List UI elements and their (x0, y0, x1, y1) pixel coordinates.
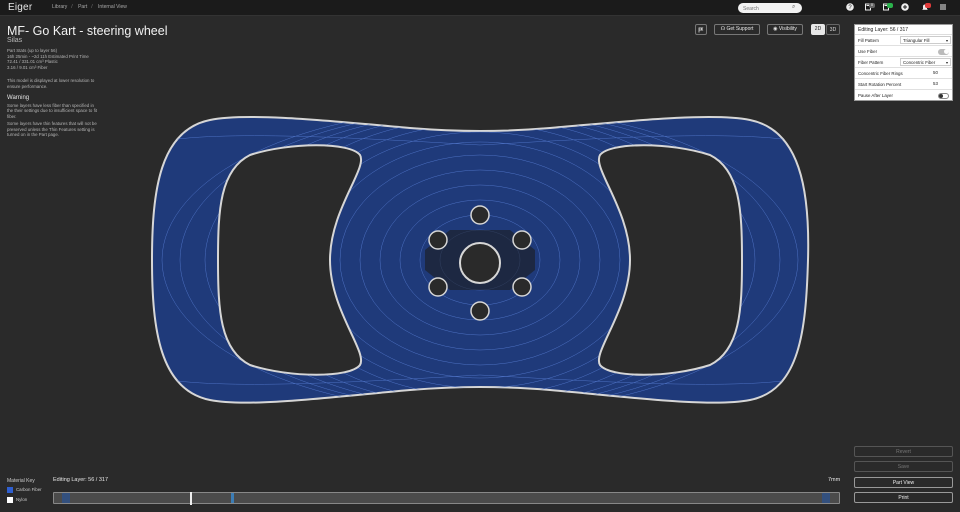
panel-header: Editing Layer: 56 / 317 (855, 25, 952, 35)
carbon-fiber-swatch (7, 487, 13, 493)
warning-text-2: Some layers have thin features that will… (7, 121, 97, 138)
layer-jump-button[interactable] (695, 24, 707, 35)
search-icon[interactable]: ⌕ (792, 4, 795, 11)
warning-heading: Warning (7, 95, 30, 101)
use-fiber-toggle[interactable] (938, 48, 949, 55)
fill-pattern-value: Triangular Fill (903, 38, 930, 43)
view-2d-toggle[interactable]: 2D (811, 24, 825, 35)
breadcrumb-internal-view: Internal View (98, 4, 127, 10)
fiber-volume: 3.16 / 9.01 cm³ Fiber (7, 64, 48, 70)
part-view-button[interactable]: Part View (854, 477, 953, 488)
print-button[interactable]: Print (854, 492, 953, 503)
caret-down-icon: ▾ (945, 38, 948, 43)
fill-pattern-label: Fill Pattern (858, 38, 879, 43)
warning-text: Some layers have less fiber than specifi… (7, 103, 99, 137)
nylon-label: Nylon (16, 497, 28, 503)
material-nylon: Nylon (7, 497, 27, 503)
headset-icon: ☊ (720, 26, 726, 32)
fiber-pattern-row: Fiber Pattern Concentric Fiber ▾ (855, 57, 952, 68)
bolt-hole (470, 205, 490, 225)
breadcrumb-library[interactable]: Library (52, 4, 67, 10)
revert-button[interactable]: Revert (854, 446, 953, 457)
layer-settings-panel: Editing Layer: 56 / 317 Fill Pattern Tri… (854, 24, 953, 101)
material-carbon-fiber: Carbon Fiber (7, 487, 42, 493)
top-bar: Eiger Library/ Part/ Internal View ⌕ ? 0 (0, 0, 960, 16)
pause-toggle[interactable] (938, 92, 949, 99)
get-support-button[interactable]: ☊ Get Support (714, 24, 760, 35)
caret-down-icon: ▾ (945, 60, 948, 65)
rotation-label: Start Rotation Percent (858, 82, 902, 87)
printer-count-badge: 0 (869, 3, 875, 8)
layer-slider[interactable] (53, 492, 840, 505)
app-logo[interactable]: Eiger (8, 2, 32, 13)
use-fiber-label: Use Fiber (858, 49, 878, 54)
bolt-hole (470, 301, 490, 321)
nylon-swatch (7, 497, 13, 503)
part-stats: Part Stats (up to layer 56) 16h 25min - … (7, 48, 107, 70)
warning-text-1: Some layers have less fiber than specifi… (7, 103, 97, 119)
save-button[interactable]: Save (854, 461, 953, 472)
pause-row: Pause After Layer (855, 90, 952, 101)
view-3d-toggle[interactable]: 3D (826, 24, 840, 35)
fill-pattern-row: Fill Pattern Triangular Fill ▾ (855, 35, 952, 46)
breadcrumb-part[interactable]: Part (78, 4, 87, 10)
help-icon[interactable]: ? (845, 3, 855, 13)
eye-icon: ◉ (773, 26, 778, 32)
fiber-pattern-select[interactable]: Concentric Fiber ▾ (900, 58, 951, 66)
notification-badge (925, 3, 931, 8)
page-title: MF- Go Kart - steering wheel (7, 24, 168, 38)
material-key-heading: Material Key (7, 478, 35, 484)
part-subtitle: Silas (7, 37, 23, 44)
bolt-hole (512, 230, 532, 250)
bolt-hole (428, 277, 448, 297)
fiber-layers-mark (62, 493, 70, 503)
fiber-pattern-label: Fiber Pattern (858, 60, 884, 65)
breadcrumb: Library / Part / Internal View (52, 4, 127, 10)
use-fiber-row: Use Fiber (855, 46, 952, 57)
hub-center-hole (459, 242, 501, 284)
get-support-label: Get Support (726, 26, 754, 32)
fiber-layers-mark (822, 493, 830, 503)
rotation-input[interactable]: 53 (931, 80, 951, 88)
bolt-hole (428, 230, 448, 250)
lowres-note: This model is displayed at lower resolut… (7, 78, 95, 89)
steering-wheel-layer (150, 116, 810, 404)
fiber-pattern-value: Concentric Fiber (903, 60, 936, 65)
fiber-layers-mark (231, 493, 234, 503)
bolt-hole (512, 277, 532, 297)
rings-label: Concentric Fiber Rings (858, 71, 903, 76)
pause-label: Pause After Layer (858, 93, 893, 98)
visibility-button[interactable]: ◉ Visibility (767, 24, 803, 35)
add-icon[interactable] (900, 3, 910, 13)
visibility-label: Visibility (778, 26, 797, 32)
fill-pattern-select[interactable]: Triangular Fill ▾ (900, 36, 951, 44)
flag-icon (698, 27, 704, 33)
printer-online-badge (887, 3, 893, 8)
layer-height-label: 7mm (828, 477, 841, 483)
rings-input[interactable]: 50 (931, 69, 951, 77)
carbon-fiber-label: Carbon Fiber (16, 487, 42, 493)
layer-slider-handle[interactable] (190, 492, 192, 505)
menu-icon[interactable] (938, 3, 948, 13)
rotation-row: Start Rotation Percent 53 (855, 79, 952, 90)
rings-row: Concentric Fiber Rings 50 (855, 68, 952, 79)
layer-slider-label: Editing Layer: 56 / 317 (53, 477, 109, 483)
layer-viewer[interactable] (140, 100, 820, 418)
